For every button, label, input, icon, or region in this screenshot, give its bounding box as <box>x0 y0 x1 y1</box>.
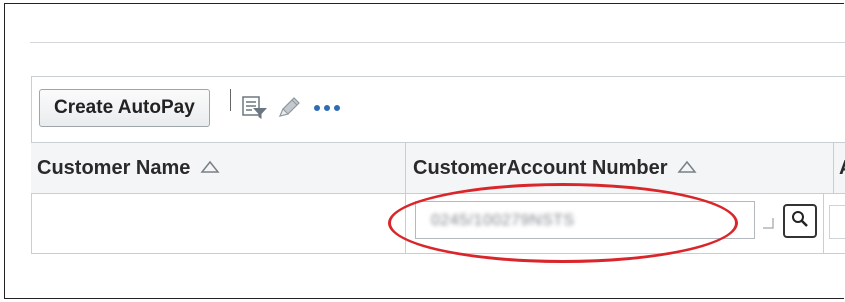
pencil-icon[interactable] <box>276 96 302 120</box>
column-divider <box>823 194 824 254</box>
filter-icon[interactable] <box>242 96 268 120</box>
resize-handle-icon <box>761 216 775 235</box>
column-header-next[interactable]: A <box>839 143 845 193</box>
create-autopay-button[interactable]: Create AutoPay <box>39 89 210 127</box>
customer-account-number-value: 0245/100279NSTS <box>431 212 575 229</box>
column-label: Customer Name <box>37 156 191 179</box>
sort-triangle-icon[interactable] <box>200 157 220 180</box>
filter-row: 0245/100279NSTS <box>31 194 845 254</box>
table-toolbar: Create AutoPay <box>39 88 342 128</box>
table-header-row: Customer Name CustomerAccount Number A <box>31 142 845 194</box>
column-divider <box>405 194 406 254</box>
column-label: CustomerAccount Number <box>413 156 668 179</box>
toolbar-separator <box>229 89 231 111</box>
column-divider <box>405 143 406 193</box>
column-label: A <box>839 157 845 180</box>
next-filter-input[interactable] <box>829 205 845 239</box>
column-header-customer-name[interactable]: Customer Name <box>37 143 220 193</box>
divider <box>30 42 845 43</box>
search-icon <box>791 210 809 233</box>
search-button[interactable] <box>783 204 817 238</box>
column-header-customer-account-number[interactable]: CustomerAccount Number <box>413 143 698 193</box>
column-divider <box>833 143 834 193</box>
more-icon[interactable] <box>312 103 342 113</box>
sort-triangle-icon[interactable] <box>677 157 698 180</box>
